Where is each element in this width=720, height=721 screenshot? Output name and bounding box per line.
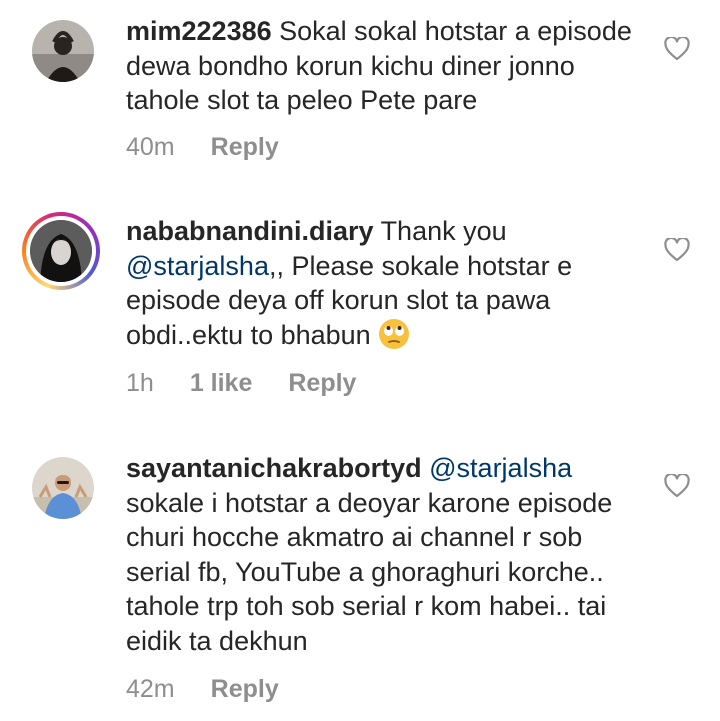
reply-button[interactable]: Reply: [211, 675, 279, 704]
comment-text: nababnandini.diary Thank you @starjalsha…: [126, 214, 646, 352]
avatar[interactable]: [30, 220, 92, 282]
heart-outline-icon[interactable]: [664, 474, 690, 498]
avatar[interactable]: [32, 457, 94, 519]
story-ring[interactable]: [22, 212, 100, 290]
mention-link[interactable]: @starjalsha: [429, 453, 572, 483]
comment-text: mim222386 Sokal sokal hotstar a episode …: [126, 14, 646, 118]
avatar-photo: [30, 220, 92, 282]
comment-username[interactable]: mim222386: [126, 16, 272, 46]
comment-meta: 42m Reply: [126, 675, 279, 704]
avatar-photo: [32, 457, 94, 519]
comment-body: sokale i hotstar a deoyar karone episode…: [126, 487, 613, 656]
reply-button[interactable]: Reply: [288, 369, 356, 398]
comment-time: 40m: [126, 133, 175, 161]
comment-body-start: Thank you: [380, 216, 507, 246]
avatar[interactable]: [32, 20, 94, 82]
comment-time: 42m: [126, 675, 175, 703]
heart-outline-icon[interactable]: [664, 238, 690, 262]
likes-count[interactable]: 1 like: [190, 369, 253, 398]
comment-item: nababnandini.diary Thank you @starjalsha…: [0, 190, 720, 440]
comment-meta: 1h 1 like Reply: [126, 369, 356, 398]
comment-item: mim222386 Sokal sokal hotstar a episode …: [0, 0, 720, 190]
reply-button[interactable]: Reply: [211, 133, 279, 162]
comment-text: sayantanichakrabortyd @starjalsha sokale…: [126, 451, 646, 658]
mention-link[interactable]: @starjalsha: [126, 251, 269, 281]
comment-meta: 40m Reply: [126, 133, 279, 162]
comment-time: 1h: [126, 369, 154, 397]
heart-outline-icon[interactable]: [664, 37, 690, 61]
comment-username[interactable]: nababnandini.diary: [126, 216, 374, 246]
comment-item: sayantanichakrabortyd @starjalsha sokale…: [0, 440, 720, 721]
avatar-photo: [32, 20, 94, 82]
face-with-rolling-eyes-icon: [379, 318, 410, 349]
comment-username[interactable]: sayantanichakrabortyd: [126, 453, 422, 483]
